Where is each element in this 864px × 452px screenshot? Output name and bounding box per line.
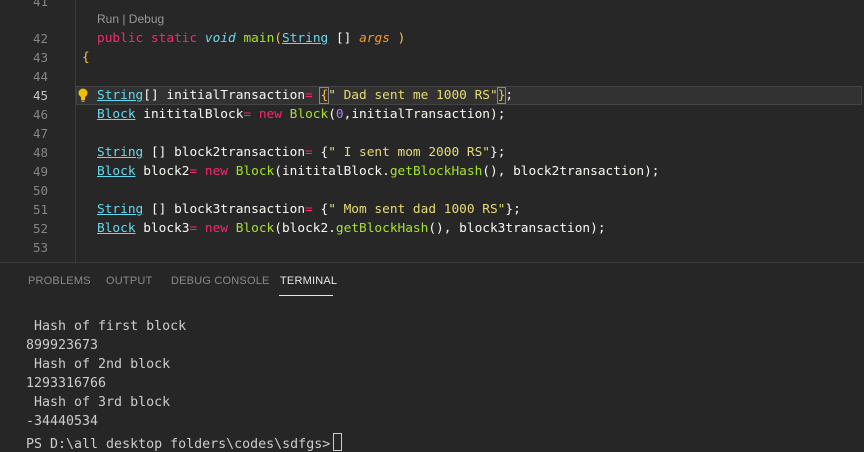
line-number: 41 (32, 0, 48, 9)
code-line-42[interactable]: public static void main(String [] args ) (97, 31, 405, 46)
terminal-line: Hash of first block (26, 319, 187, 334)
paren: ( (328, 107, 336, 122)
code-line-52[interactable]: Block block3= new Block(block2.getBlockH… (97, 221, 606, 236)
type-name: Block (97, 107, 136, 122)
arguments: (inititalBlock. (274, 164, 390, 179)
method-name: getBlockHash (335, 221, 429, 236)
keyword: new (204, 221, 229, 236)
terminal-line: 1293316766 (26, 376, 107, 391)
operator: = (189, 164, 205, 179)
paren: ( (274, 31, 282, 46)
code-line-49[interactable]: Block block2= new Block(inititalBlock.ge… (97, 164, 659, 179)
panel-tabs: PROBLEMS OUTPUT DEBUG CONSOLE TERMINAL (0, 263, 864, 296)
code-line-48[interactable]: String [] block2transaction= {" I sent m… (97, 145, 505, 160)
operator: = (305, 88, 321, 103)
tab-output[interactable]: OUTPUT (106, 275, 152, 287)
constructor-name: Block (228, 164, 275, 179)
variable-name: block3 (135, 221, 190, 236)
line-number: 51 (32, 202, 48, 217)
function-name: main (243, 31, 275, 46)
array-brackets: [] (143, 88, 167, 103)
type-name: String (97, 145, 144, 160)
line-number: 42 (32, 31, 48, 46)
line-number: 53 (32, 240, 48, 255)
terminal-line: -34440534 (26, 414, 99, 429)
tab-terminal[interactable]: TERMINAL (280, 275, 337, 287)
variable-name: inititalBlock (135, 107, 244, 122)
codelens-run-debug[interactable]: Run | Debug (97, 12, 164, 26)
variable-name: block2transaction (174, 145, 306, 160)
brace-semicolon: }; (505, 202, 521, 217)
tab-problems[interactable]: PROBLEMS (28, 275, 91, 287)
terminal-line: Hash of 2nd block (26, 357, 171, 372)
string-literal: " I sent mom 2000 RS" (328, 145, 490, 160)
bottom-panel: PROBLEMS OUTPUT DEBUG CONSOLE TERMINAL H… (0, 262, 864, 452)
operator: = (305, 202, 321, 217)
number-literal: 0 (335, 107, 344, 122)
array-brackets: [] (328, 31, 360, 46)
line-number: 48 (32, 145, 48, 160)
tab-debug-console[interactable]: DEBUG CONSOLE (171, 275, 270, 287)
indent-guide (75, 0, 76, 262)
variable-name: initialTransaction (166, 88, 306, 103)
code-line-45[interactable]: String[] initialTransaction= {" Dad sent… (97, 87, 514, 104)
arguments: (), block3transaction); (428, 221, 606, 236)
arguments: ,initialTransaction); (343, 107, 506, 122)
line-number-active: 45 (32, 88, 48, 103)
lightbulb-icon[interactable] (77, 87, 89, 103)
type-name: String (282, 31, 329, 46)
terminal-cursor (333, 433, 343, 451)
keyword: new (258, 107, 282, 122)
type-name: String (97, 202, 144, 217)
line-number: 50 (32, 183, 48, 198)
line-number: 46 (32, 107, 48, 122)
type-name: String (97, 88, 144, 103)
operator: = (189, 221, 205, 236)
code-line-51[interactable]: String [] block3transaction= {" Mom sent… (97, 202, 521, 217)
variable-name: block3transaction (174, 202, 306, 217)
code-line-43[interactable]: { (82, 50, 90, 65)
operator: = (243, 107, 259, 122)
constructor-name: Block (281, 107, 329, 122)
semicolon: ; (505, 88, 514, 103)
arguments: (), block2transaction); (482, 164, 660, 179)
type-name: Block (97, 164, 136, 179)
type-name: Block (97, 221, 136, 236)
array-brackets: [] (143, 145, 175, 160)
method-name: getBlockHash (389, 164, 483, 179)
keyword: static (150, 31, 198, 46)
array-brackets: [] (143, 202, 175, 217)
variable-name: block2 (135, 164, 190, 179)
constructor-name: Block (228, 221, 275, 236)
brace-semicolon: }; (489, 145, 506, 160)
terminal-prompt: PS D:\all desktop folders\codes\sdfgs> (26, 437, 331, 452)
terminal-prompt-line[interactable]: PS D:\all desktop folders\codes\sdfgs> (26, 433, 343, 452)
line-number: 52 (32, 221, 48, 236)
code-editor[interactable]: 41 42 43 44 45 46 47 48 49 50 51 52 53 5… (0, 0, 864, 262)
code-line-46[interactable]: Block inititalBlock= new Block(0,initial… (97, 107, 505, 122)
terminal-line: 899923673 (26, 338, 99, 353)
line-number: 49 (32, 164, 48, 179)
arguments: (block2. (274, 221, 336, 236)
line-number: 47 (32, 126, 48, 141)
terminal-line: Hash of 3rd block (26, 395, 171, 410)
line-number: 43 (32, 50, 48, 65)
line-number: 44 (32, 69, 48, 84)
operator: = (305, 145, 321, 160)
keyword: public (97, 31, 144, 46)
string-literal: " Dad sent me 1000 RS" (328, 88, 498, 103)
keyword: void (204, 31, 236, 46)
keyword: new (204, 164, 229, 179)
parameter-name: args (359, 31, 390, 46)
active-tab-indicator (279, 295, 333, 296)
brace: { (82, 50, 90, 65)
paren: ) (389, 31, 406, 46)
string-literal: " Mom sent dad 1000 RS" (328, 202, 506, 217)
